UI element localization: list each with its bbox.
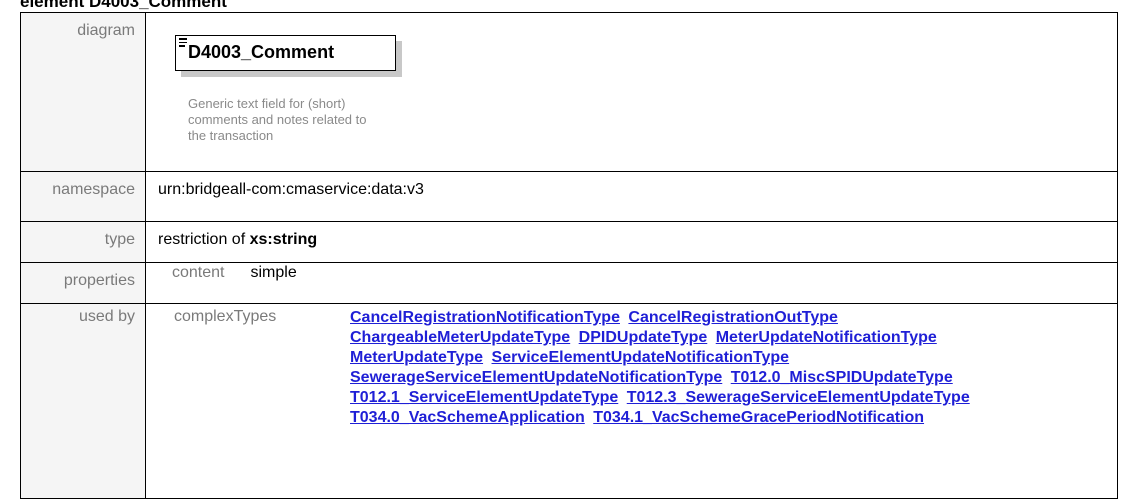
type-link[interactable]: MeterUpdateType: [350, 349, 483, 366]
diagram-cell: D4003_Comment Generic text field for (sh…: [145, 12, 1118, 172]
used-by-label: used by: [20, 303, 146, 499]
element-doc-table: diagram D4003_Comment Generic text field…: [20, 12, 1118, 499]
used-by-key: complexTypes: [174, 308, 277, 325]
properties-row: properties content simple: [20, 262, 1118, 304]
type-row: type restriction of xs:string: [20, 221, 1118, 263]
diagram-row: diagram D4003_Comment Generic text field…: [20, 12, 1118, 172]
element-name: D4003_Comment: [188, 42, 335, 62]
element-documentation: Generic text field for (short) comments …: [188, 96, 367, 143]
used-by-links: CancelRegistrationNotificationType Cance…: [350, 308, 1030, 428]
properties-label: properties: [20, 262, 146, 304]
page-title: element D4003_Comment: [20, 0, 227, 11]
lines-icon: [179, 38, 187, 49]
type-link[interactable]: T012.0_MiscSPIDUpdateType: [731, 369, 953, 386]
element-diagram: D4003_Comment Generic text field for (sh…: [158, 22, 1117, 162]
used-by-cell: complexTypes CancelRegistrationNotificat…: [145, 303, 1118, 499]
namespace-value: urn:bridgeall-com:cmaservice:data:v3: [145, 171, 1118, 222]
type-link[interactable]: ServiceElementUpdateNotificationType: [492, 349, 790, 366]
properties-value: content simple: [145, 262, 1118, 304]
type-link[interactable]: T034.0_VacSchemeApplication: [350, 409, 585, 426]
type-link[interactable]: T012.3_SewerageServiceElementUpdateType: [627, 389, 970, 406]
type-label: type: [20, 221, 146, 263]
properties-content: simple: [250, 264, 297, 281]
type-prefix: restriction of: [158, 231, 250, 248]
element-box[interactable]: D4003_Comment: [175, 35, 396, 71]
type-value: restriction of xs:string: [145, 221, 1118, 263]
diagram-label: diagram: [20, 12, 146, 172]
type-base: xs:string: [249, 231, 318, 248]
namespace-label: namespace: [20, 171, 146, 222]
type-link[interactable]: DPIDUpdateType: [579, 329, 708, 346]
type-link[interactable]: ChargeableMeterUpdateType: [350, 329, 570, 346]
type-link[interactable]: T034.1_VacSchemeGracePeriodNotification: [593, 409, 924, 426]
type-link[interactable]: CancelRegistrationNotificationType: [350, 309, 620, 326]
type-link[interactable]: SewerageServiceElementUpdateNotification…: [350, 369, 722, 386]
type-link[interactable]: T012.1_ServiceElementUpdateType: [350, 389, 618, 406]
properties-key: content: [172, 264, 225, 281]
type-link[interactable]: MeterUpdateNotificationType: [716, 329, 937, 346]
used-by-row: used by complexTypes CancelRegistrationN…: [20, 303, 1118, 499]
namespace-row: namespace urn:bridgeall-com:cmaservice:d…: [20, 171, 1118, 222]
type-link[interactable]: CancelRegistrationOutType: [628, 309, 838, 326]
